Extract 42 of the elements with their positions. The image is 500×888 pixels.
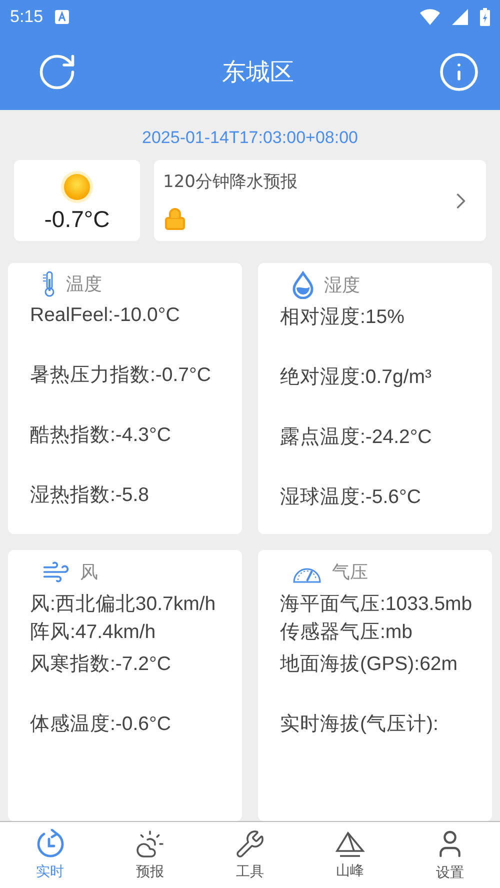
nav-tab[interactable]: 预报 — [100, 822, 200, 888]
detail-text: 绝对湿度:0.7g/m³ — [280, 365, 433, 390]
detail-text: 暑热压力指数:-0.7°C — [30, 363, 212, 388]
card-title: 气压 — [332, 561, 368, 584]
thermometer-icon — [42, 271, 56, 297]
detail-text: 风寒指数:-7.2°C — [30, 652, 172, 677]
info-button[interactable] — [438, 51, 480, 93]
forecast-title: 120分钟降水预报 — [163, 171, 298, 193]
signal-icon — [452, 9, 468, 25]
location-title: 东城区 — [222, 57, 294, 88]
nav-tab[interactable]: 山峰 — [300, 822, 400, 888]
detail-text: 阵风:47.4km/h — [30, 620, 157, 645]
detail-text: 相对湿度:15% — [280, 305, 406, 330]
nav-tab[interactable]: 工具 — [200, 822, 300, 888]
detail-text: 露点温度:-24.2°C — [280, 425, 433, 450]
nav-tab[interactable]: 设置 — [400, 822, 500, 888]
detail-text: 风:西北偏北30.7km/h — [30, 592, 217, 617]
status-time: 5:15 — [10, 7, 44, 27]
mountain-icon — [334, 830, 366, 858]
detail-text: 湿热指数:-5.8 — [30, 483, 150, 508]
detail-text: 传感器气压:mb — [280, 620, 414, 645]
cloud-sun-icon — [135, 829, 165, 859]
card-title: 温度 — [66, 273, 102, 296]
card-title: 湿度 — [324, 274, 360, 297]
detail-text: 实时海拔(气压计): — [280, 712, 440, 737]
wrench-icon — [235, 829, 265, 859]
detail-text: RealFeel:-10.0°C — [30, 303, 181, 328]
battery-icon — [480, 8, 490, 26]
card-title: 风 — [80, 561, 98, 584]
current-temperature: -0.7°C — [44, 206, 110, 233]
detail-text: 湿球温度:-5.6°C — [280, 485, 422, 510]
notification-icon — [55, 10, 70, 24]
water-drop-icon — [292, 271, 314, 299]
detail-text: 地面海拔(GPS):62m — [280, 652, 459, 677]
precipitation-forecast-card[interactable]: 120分钟降水预报 — [154, 160, 486, 241]
detail-text: 体感温度:-0.6°C — [30, 712, 172, 737]
sun-icon — [60, 170, 94, 204]
timestamp: 2025-01-14T17:03:00+08:00 — [142, 128, 358, 148]
wifi-icon — [420, 9, 440, 25]
clock-refresh-icon — [35, 829, 65, 859]
detail-text: 酷热指数:-4.3°C — [30, 423, 172, 448]
detail-text: 海平面气压:1033.5mb — [280, 592, 474, 617]
